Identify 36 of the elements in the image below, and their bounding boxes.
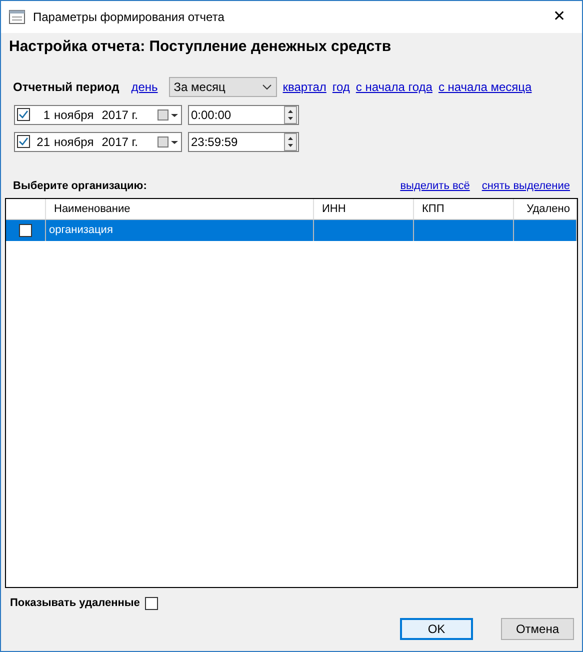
checkbox[interactable] <box>144 596 158 610</box>
checkbox[interactable] <box>17 108 30 121</box>
date-picker[interactable]: 21 ноября 2017 г. <box>14 132 182 152</box>
period-select[interactable]: За месяц <box>168 76 277 96</box>
organization-label: Выберите организацию: <box>13 178 147 194</box>
window-title: Параметры формирования отчета <box>33 9 224 26</box>
report-heading: Настройка отчета: Поступление денежных средств <box>8 37 392 57</box>
time-field[interactable]: 0:00:00 <box>188 104 299 124</box>
checkbox[interactable] <box>19 224 32 237</box>
selection-link[interactable]: снять выделение <box>482 178 570 194</box>
checkbox[interactable] <box>17 135 30 148</box>
selection-link[interactable]: выделить всё <box>400 178 470 194</box>
period-label: Отчетный период <box>13 78 120 96</box>
calendar-dropdown-icon[interactable] <box>157 136 179 148</box>
calendar-dropdown-icon[interactable] <box>157 108 179 120</box>
column-header[interactable]: ИНН <box>314 199 414 219</box>
date-picker[interactable]: 1 ноября 2017 г. <box>14 104 182 124</box>
time-field[interactable]: 23:59:59 <box>188 132 299 152</box>
period-link[interactable]: с начала месяца <box>438 78 532 96</box>
table-row[interactable]: организация <box>6 220 577 241</box>
column-header[interactable]: Удалено <box>514 199 577 219</box>
period-link[interactable]: с начала года <box>356 78 432 96</box>
cancel-button[interactable]: Отмена <box>501 618 574 640</box>
column-header[interactable]: КПП <box>414 199 514 219</box>
period-link[interactable]: год <box>332 78 350 96</box>
show-deleted-label: Показывать удаленные <box>10 596 140 611</box>
chevron-down-icon <box>262 84 272 90</box>
ok-button[interactable]: OK <box>400 618 473 640</box>
spinner-icon[interactable] <box>284 106 297 124</box>
close-button[interactable]: ✕ <box>545 6 574 28</box>
spinner-icon[interactable] <box>284 132 297 150</box>
table-cell: организация <box>46 220 314 241</box>
column-header[interactable]: Наименование <box>46 199 314 219</box>
window-icon <box>9 10 25 24</box>
period-link[interactable]: квартал <box>282 78 326 96</box>
period-link[interactable]: день <box>131 78 158 96</box>
